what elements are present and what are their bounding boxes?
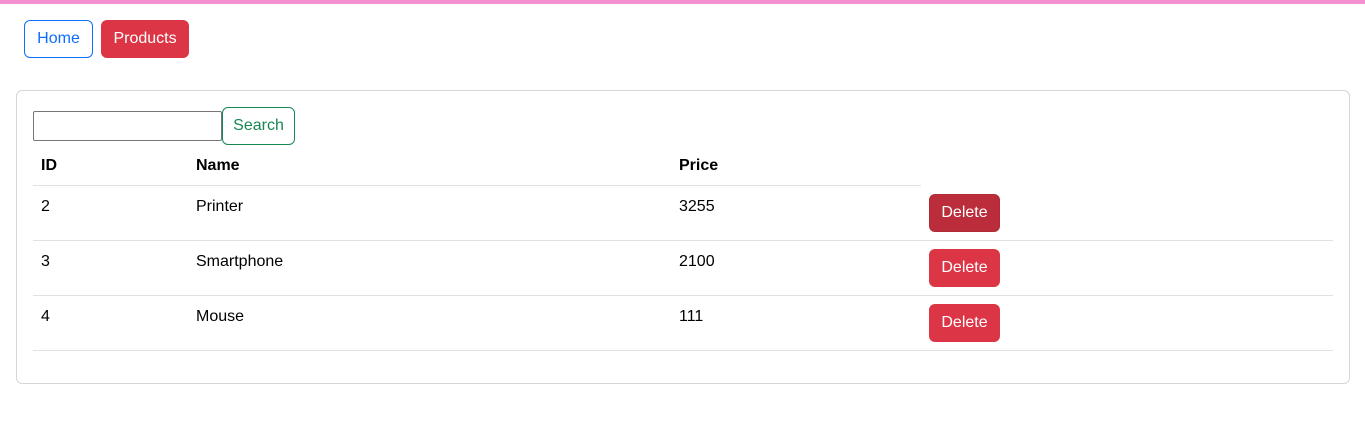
cell-id: 4 [41, 308, 50, 325]
cell-price: 2100 [679, 253, 715, 270]
delete-button[interactable]: Delete [929, 304, 1000, 342]
search-button[interactable]: Search [222, 107, 295, 145]
table-header: ID Name Price [33, 147, 921, 186]
header-name: Name [196, 157, 240, 174]
products-card: Search ID Name Price 2 Printer 3255 Dele… [16, 90, 1350, 384]
products-button[interactable]: Products [101, 20, 189, 58]
header-id: ID [41, 157, 57, 174]
top-accent-bar [0, 0, 1365, 4]
table-row: 4 Mouse 111 Delete [33, 296, 1333, 351]
delete-button[interactable]: Delete [929, 194, 1000, 232]
delete-button[interactable]: Delete [929, 249, 1000, 287]
cell-id: 3 [41, 253, 50, 270]
cell-name: Printer [196, 198, 244, 215]
cell-name: Smartphone [196, 253, 284, 270]
table-row: 3 Smartphone 2100 Delete [33, 241, 1333, 296]
cell-name: Mouse [196, 308, 245, 325]
home-button[interactable]: Home [24, 20, 93, 58]
table-row: 2 Printer 3255 Delete [33, 186, 1333, 241]
cell-id: 2 [41, 198, 50, 215]
cell-price: 3255 [679, 198, 715, 215]
search-input[interactable] [33, 111, 222, 141]
products-table: ID Name Price 2 Printer 3255 Delete 3 Sm… [33, 147, 1333, 351]
nav-bar: Home Products [24, 20, 189, 58]
cell-price: 111 [679, 308, 704, 325]
header-price: Price [679, 157, 719, 174]
search-bar: Search [33, 107, 295, 145]
